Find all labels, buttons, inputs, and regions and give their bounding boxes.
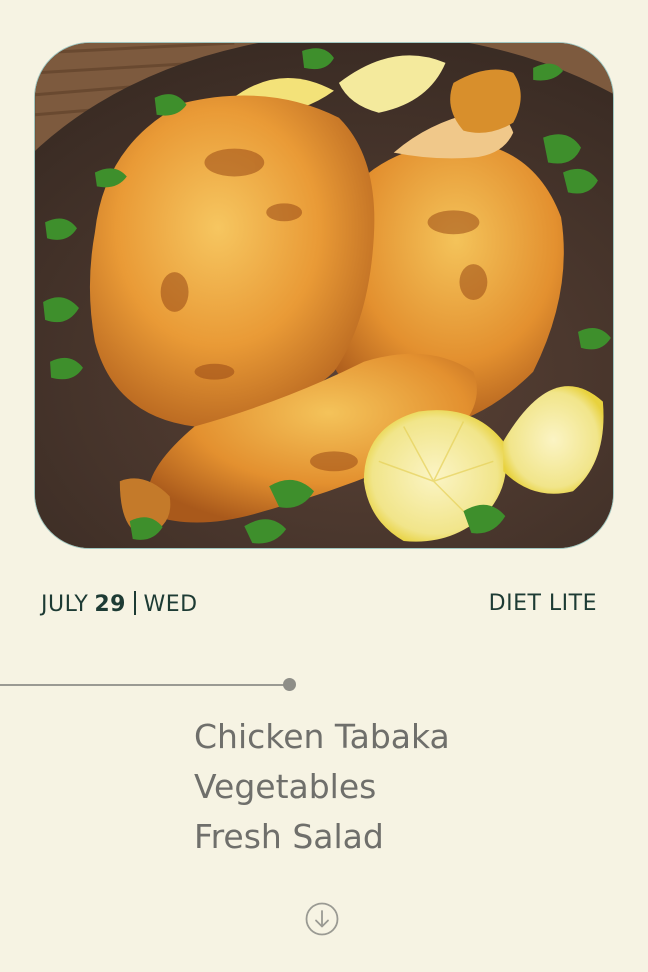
- diet-plan-label: DIET LITE: [488, 591, 597, 616]
- timeline-line: [0, 684, 290, 686]
- food-photo-illustration: [35, 43, 613, 548]
- menu-item: Fresh Salad: [194, 817, 384, 856]
- date-day: 29: [94, 592, 126, 617]
- food-photo: [34, 42, 614, 549]
- date-display: JULY 29 WED: [41, 591, 198, 617]
- menu-list: Chicken Tabaka Vegetables Fresh Salad: [194, 712, 450, 862]
- menu-item: Chicken Tabaka: [194, 717, 450, 756]
- arrow-down-circle-icon[interactable]: [305, 902, 339, 936]
- timeline-marker: [283, 678, 296, 691]
- date-month: JULY: [41, 592, 89, 617]
- date-separator: [134, 591, 136, 615]
- date-weekday: WED: [143, 592, 198, 617]
- menu-item: Vegetables: [194, 767, 377, 806]
- meta-row: JULY 29 WED DIET LITE: [41, 591, 597, 621]
